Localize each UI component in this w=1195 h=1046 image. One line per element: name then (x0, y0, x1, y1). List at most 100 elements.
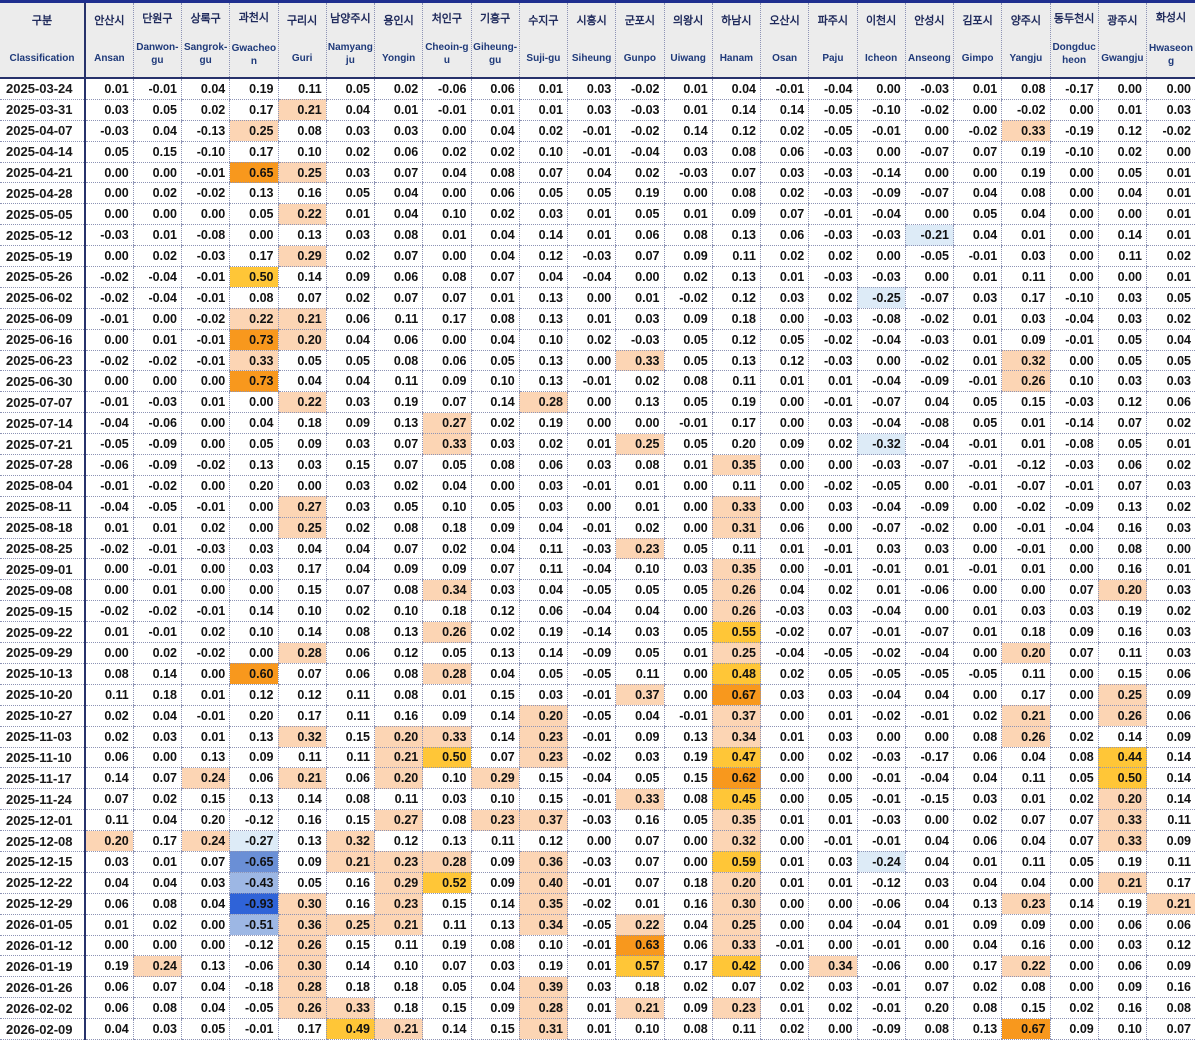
value-cell-namyangju: 0.03 (325, 475, 375, 497)
value-cell-cheoin-gu: 0.26 (422, 621, 471, 644)
value-cell-yangju: 0.09 (1001, 329, 1050, 351)
value-cell-yongin: 0.08 (373, 579, 423, 602)
value-cell-paju: 0.05 (808, 788, 857, 811)
value-cell-guri: 0.27 (277, 496, 327, 518)
value-cell-giheung-gu: 0.13 (470, 914, 520, 936)
value-cell-yangju: 0.04 (1001, 747, 1050, 769)
value-cell-yongin: 0.07 (373, 454, 423, 476)
value-cell-sangrok-gu: 0.00 (180, 914, 230, 936)
value-cell-gwangju: 0.00 (1097, 203, 1147, 226)
value-cell-siheung: 0.01 (566, 308, 616, 330)
value-cell-gwacheon: -0.18 (229, 976, 278, 999)
value-cell-hanam: 0.12 (711, 329, 761, 351)
value-cell-gunpo: 0.04 (615, 705, 664, 727)
header-osan: 오산시 Osan (759, 1, 809, 79)
value-cell-namyangju: 0.02 (325, 517, 375, 539)
value-cell-anseong: -0.06 (904, 579, 954, 602)
value-cell-namyangju: 0.04 (325, 329, 375, 351)
value-cell-gwacheon: 0.13 (229, 788, 278, 811)
value-cell-paju: 0.02 (808, 997, 857, 1020)
value-cell-icheon: -0.03 (856, 747, 906, 769)
value-cell-hanam: 0.35 (711, 809, 761, 832)
value-cell-gwacheon: 0.10 (229, 621, 278, 644)
value-cell-icheon: -0.10 (856, 99, 906, 121)
value-cell-gwangju: 0.16 (1097, 997, 1147, 1020)
value-cell-namyangju: 0.02 (325, 287, 375, 309)
value-cell-gwangju: 0.16 (1097, 517, 1147, 539)
header-sangrok-gu: 상록구 Sangrok-gu (180, 1, 230, 79)
value-cell-cheoin-gu: 0.18 (422, 517, 471, 539)
row-date: 2025-08-18 (0, 517, 86, 539)
value-cell-giheung-gu: 0.04 (470, 245, 520, 268)
value-cell-dongducheon: 0.09 (1049, 621, 1099, 644)
value-cell-hwaseong: 0.01 (1146, 203, 1195, 226)
value-cell-guri: 0.26 (277, 935, 327, 957)
row-date: 2025-10-27 (0, 705, 86, 727)
value-cell-gwacheon: 0.13 (229, 454, 278, 476)
value-cell-namyangju: 0.16 (325, 872, 375, 894)
table-row: 2025-07-14 -0.04 -0.06 0.00 0.04 0.18 0.09 0.13… (0, 412, 1195, 435)
value-cell-gimpo: 0.00 (952, 642, 1002, 664)
header-gwacheon: 과천시 Gwacheon (229, 1, 278, 79)
value-cell-dongducheon: -0.10 (1049, 141, 1099, 163)
value-cell-gwangju: 0.03 (1097, 308, 1147, 330)
value-cell-gwangju: 0.26 (1097, 705, 1147, 727)
value-cell-osan: 0.00 (759, 308, 809, 330)
value-cell-icheon: -0.12 (856, 872, 906, 894)
value-cell-cheoin-gu: -0.06 (422, 78, 471, 100)
value-cell-cheoin-gu: 0.07 (422, 287, 471, 309)
value-cell-gwacheon: 0.03 (229, 558, 278, 581)
value-cell-suji-gu: 0.03 (518, 203, 568, 226)
value-cell-suji-gu: 0.01 (518, 99, 568, 121)
value-cell-guri: 0.13 (277, 830, 327, 852)
value-cell-icheon: -0.03 (856, 224, 906, 247)
header-en-label: Suji-gu (526, 53, 561, 64)
value-cell-hanam: 0.59 (711, 851, 761, 873)
value-cell-uiwang: 0.01 (663, 78, 713, 100)
value-cell-guri: 0.07 (277, 663, 327, 685)
value-cell-icheon: -0.06 (856, 893, 906, 915)
value-cell-paju: 0.00 (808, 1018, 857, 1040)
value-cell-hwaseong: 0.02 (1146, 245, 1195, 268)
value-cell-osan: 0.01 (759, 851, 809, 873)
value-cell-cheoin-gu: 0.01 (422, 684, 471, 706)
value-cell-gwacheon: 0.06 (229, 767, 278, 790)
header-en-label: Icheon (865, 53, 898, 64)
value-cell-ansan: -0.06 (84, 454, 134, 476)
value-cell-siheung: -0.04 (566, 266, 616, 288)
header-ko-label: 처인구 (431, 12, 463, 25)
value-cell-osan: 0.01 (759, 266, 809, 288)
value-cell-ansan: 0.11 (84, 809, 134, 832)
value-cell-gimpo: 0.01 (952, 78, 1002, 100)
value-cell-paju: -0.01 (808, 391, 857, 414)
value-cell-gimpo: 0.00 (952, 99, 1002, 121)
value-cell-hwaseong: 0.11 (1146, 851, 1195, 873)
value-cell-uiwang: 0.00 (663, 182, 713, 205)
value-cell-icheon: -0.04 (856, 203, 906, 226)
value-cell-osan: 0.03 (759, 287, 809, 309)
value-cell-yangju: 0.00 (1001, 579, 1050, 602)
table-row: 2026-01-05 0.01 0.02 0.00 -0.51 0.36 0.25 0.21 0… (0, 914, 1195, 936)
value-cell-danwon-gu: -0.09 (132, 454, 182, 476)
value-cell-hwaseong: 0.05 (1146, 350, 1195, 372)
value-cell-sangrok-gu: 0.04 (180, 893, 230, 915)
header-giheung-gu: 기흥구 Giheung-gu (470, 1, 520, 79)
value-cell-icheon: -0.02 (856, 705, 906, 727)
value-cell-gwangju: 0.01 (1097, 99, 1147, 121)
value-cell-osan: -0.03 (759, 600, 809, 623)
value-cell-dongducheon: 0.05 (1049, 767, 1099, 790)
table-row: 2026-01-19 0.19 0.24 0.13 -0.06 0.30 0.14 0.10 0… (0, 955, 1195, 978)
value-cell-uiwang: 0.04 (663, 914, 713, 936)
value-cell-hanam: 0.67 (711, 684, 761, 706)
value-cell-yongin: 0.20 (373, 767, 423, 790)
value-cell-osan: 0.02 (759, 663, 809, 685)
value-cell-siheung: -0.09 (566, 642, 616, 664)
row-date: 2026-02-09 (0, 1018, 86, 1040)
value-cell-gimpo: 0.06 (952, 747, 1002, 769)
value-cell-icheon: -0.02 (856, 642, 906, 664)
table-row: 2025-08-04 -0.01 -0.02 0.00 0.20 0.00 0.03 0.02… (0, 475, 1195, 497)
value-cell-yangju: -0.01 (1001, 517, 1050, 539)
value-cell-giheung-gu: 0.03 (470, 433, 520, 456)
value-cell-cheoin-gu: 0.06 (422, 350, 471, 372)
value-cell-paju: 0.01 (808, 872, 857, 894)
